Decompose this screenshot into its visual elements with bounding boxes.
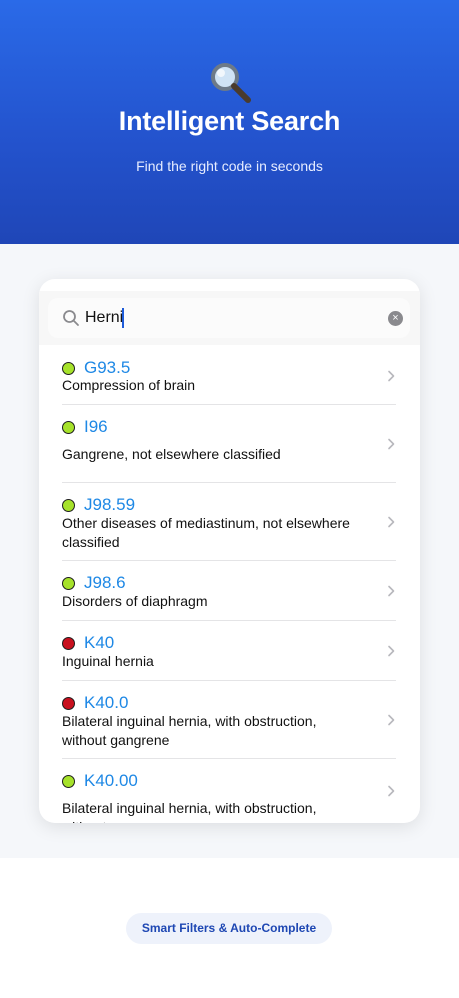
magnifying-glass-icon bbox=[211, 63, 251, 103]
result-row[interactable]: J98.59 Other diseases of mediastinum, not… bbox=[39, 483, 420, 561]
result-row[interactable]: K40.00 Bilateral inguinal hernia, with ob… bbox=[39, 759, 420, 823]
chevron-right-icon bbox=[388, 516, 395, 528]
search-results-card: × G93.5Compression of brain I96 Gangrene, … bbox=[39, 279, 420, 823]
chevron-right-icon bbox=[388, 714, 395, 726]
result-code: G93.5 bbox=[84, 358, 131, 377]
result-description: Gangrene, not elsewhere classified bbox=[62, 446, 281, 462]
result-row[interactable]: K40.0 Bilateral inguinal hernia, with obs… bbox=[39, 681, 420, 759]
clear-search-button[interactable]: × bbox=[388, 311, 403, 326]
result-description: Other diseases of mediastinum, not elsew… bbox=[62, 515, 350, 550]
result-code: K40.00 bbox=[84, 771, 138, 790]
status-dot-icon bbox=[62, 577, 75, 590]
result-description: Bilateral inguinal hernia, with obstruct… bbox=[62, 713, 317, 748]
feature-badge: Smart Filters & Auto-Complete bbox=[126, 913, 332, 944]
status-dot-icon bbox=[62, 499, 75, 512]
status-dot-icon bbox=[62, 637, 75, 650]
result-code: K40 bbox=[84, 633, 115, 652]
chevron-right-icon bbox=[388, 370, 395, 381]
page-subtitle: Find the right code in seconds bbox=[136, 158, 323, 174]
chevron-right-icon bbox=[388, 438, 395, 450]
result-description: Bilateral inguinal hernia, with obstruct… bbox=[62, 800, 317, 823]
status-dot-icon bbox=[62, 421, 75, 434]
search-bar-container: × bbox=[39, 291, 420, 345]
page-title: Intelligent Search bbox=[118, 106, 341, 136]
hero-banner: Intelligent Search Find the right code i… bbox=[0, 0, 459, 244]
chevron-right-icon bbox=[388, 785, 395, 797]
result-code: J98.6 bbox=[84, 573, 126, 592]
status-dot-icon bbox=[62, 362, 75, 375]
result-row[interactable]: J98.6 Disorders of diaphragm bbox=[39, 561, 420, 621]
search-input[interactable] bbox=[85, 306, 355, 330]
text-cursor bbox=[122, 308, 124, 328]
result-code: K40.0 bbox=[84, 693, 129, 712]
result-code: I96 bbox=[84, 417, 108, 436]
result-row[interactable]: G93.5 Compression of brain bbox=[39, 346, 420, 405]
status-dot-icon bbox=[62, 775, 75, 788]
chevron-right-icon bbox=[388, 645, 395, 657]
chevron-right-icon bbox=[388, 585, 395, 597]
status-dot-icon bbox=[62, 697, 75, 710]
result-description: Inguinal hernia bbox=[62, 653, 154, 669]
search-icon bbox=[63, 310, 79, 326]
search-field[interactable]: × bbox=[48, 298, 410, 338]
result-row[interactable]: K40 Inguinal hernia bbox=[39, 621, 420, 681]
result-row[interactable]: I96 Gangrene, not elsewhere classified bbox=[39, 405, 420, 483]
result-description: Disorders of diaphragm bbox=[62, 593, 208, 609]
result-code: J98.59 bbox=[84, 495, 136, 514]
result-description: Compression of brain bbox=[62, 377, 196, 393]
